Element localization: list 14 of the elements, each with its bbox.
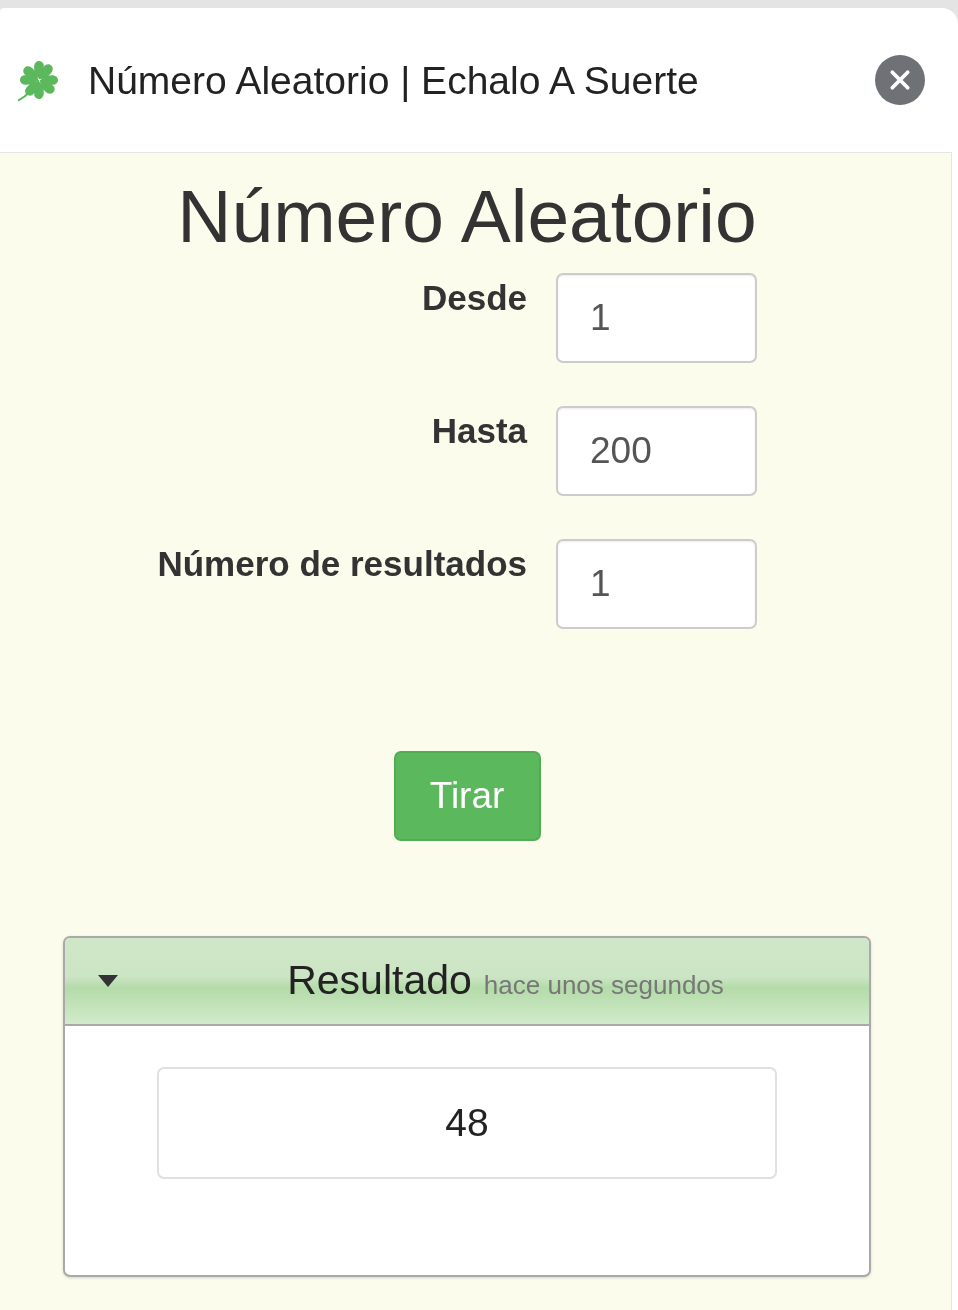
close-icon (889, 69, 911, 91)
field-label: Número de resultados (157, 543, 527, 585)
result-title: Resultado (287, 956, 472, 1006)
window-title: Número Aleatorio | Echalo A Suerte (88, 60, 700, 100)
result-time: hace unos segundos (483, 969, 724, 1003)
input-field[interactable]: 1 (556, 273, 757, 363)
result-output: 48 (157, 1067, 777, 1179)
result-header[interactable]: Resultado hace unos segundos (65, 938, 869, 1026)
input-field[interactable]: 1 (556, 539, 757, 629)
close-button[interactable] (875, 55, 925, 105)
field-label: Desde (421, 277, 527, 319)
field-label: Hasta (431, 410, 527, 452)
input-field[interactable]: 200 (556, 406, 757, 496)
page-heading: Número Aleatorio (177, 176, 757, 256)
